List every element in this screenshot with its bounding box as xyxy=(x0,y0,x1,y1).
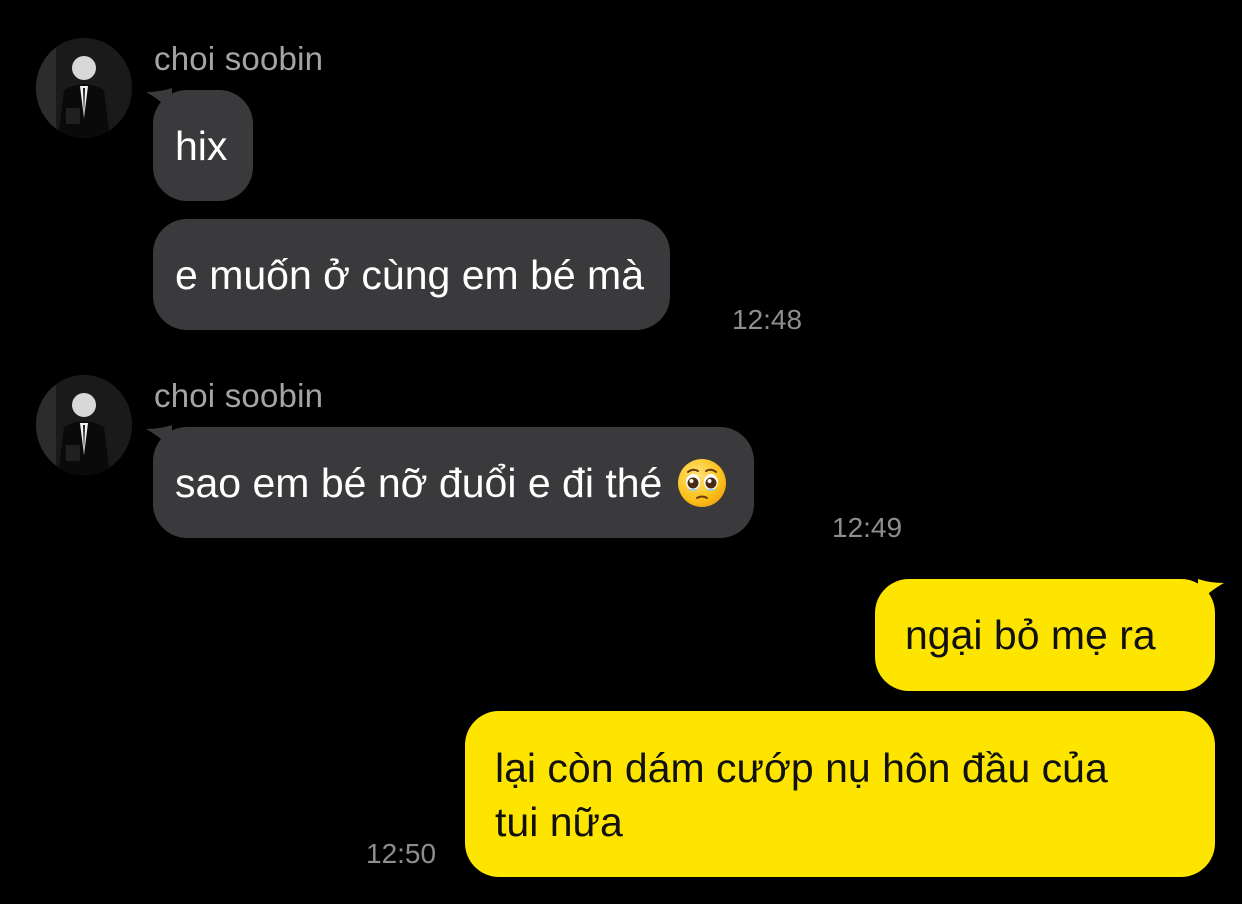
message-text: sao em bé nỡ đuổi e đi thé xyxy=(175,459,663,506)
incoming-message[interactable]: sao em bé nỡ đuổi e đi thé xyxy=(153,427,755,538)
message-timestamp: 12:48 xyxy=(732,304,803,335)
outgoing-message[interactable]: ngại bỏ mẹ ra xyxy=(875,579,1215,691)
message-text: ngại bỏ mẹ ra xyxy=(905,612,1156,658)
message-text: hix xyxy=(175,122,228,169)
message-text-line: lại còn dám cướp nụ hôn đầu của xyxy=(495,745,1108,791)
incoming-message[interactable]: hix xyxy=(153,90,254,201)
sender-avatar[interactable] xyxy=(36,38,132,138)
message-text-line: tui nữa xyxy=(495,799,623,845)
sender-avatar[interactable] xyxy=(36,375,132,475)
pleading-face-emoji xyxy=(678,458,727,507)
chat-view: choi soobin hix e muốn ở cùng em bé mà 1… xyxy=(0,0,1242,904)
message-timestamp: 12:50 xyxy=(366,838,437,869)
outgoing-message[interactable]: lại còn dám cướp nụ hôn đầu của tui nữa xyxy=(465,711,1215,877)
sender-name: choi soobin xyxy=(154,40,324,77)
profile-photo-icon xyxy=(36,375,132,475)
message-timestamp: 12:49 xyxy=(832,512,903,543)
profile-photo-icon xyxy=(36,38,132,138)
message-text: e muốn ở cùng em bé mà xyxy=(175,251,645,298)
sender-name: choi soobin xyxy=(154,377,324,414)
incoming-message[interactable]: e muốn ở cùng em bé mà xyxy=(153,219,671,330)
